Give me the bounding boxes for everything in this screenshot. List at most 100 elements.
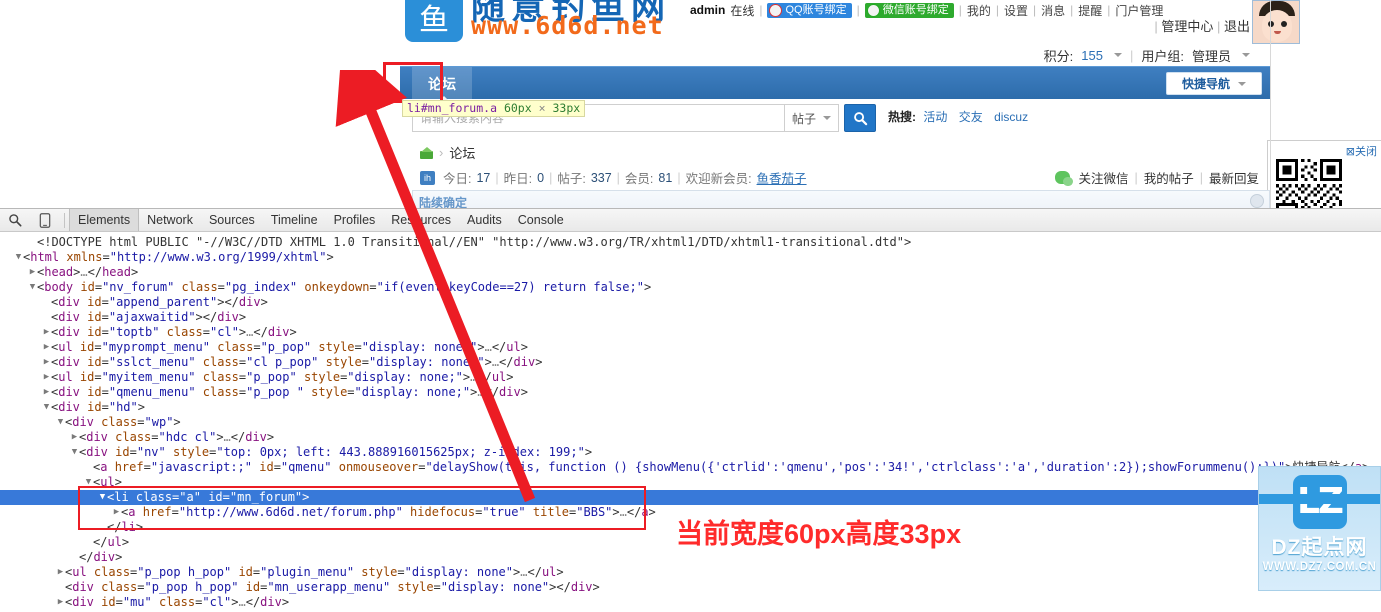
twisty-collapsed-icon[interactable]: ▶: [56, 565, 65, 580]
inspector-tooltip: li#mn_forum.a 60px × 33px: [402, 100, 586, 117]
twisty-collapsed-icon[interactable]: ▶: [42, 385, 51, 400]
dom-tree-line[interactable]: ▶ <head>…</head>: [0, 265, 1381, 280]
tab-audits[interactable]: Audits: [459, 209, 510, 231]
latest-replies-link[interactable]: 最新回复: [1209, 168, 1259, 187]
stats-yesterday-value: 0: [537, 170, 545, 185]
dom-tree[interactable]: <!DOCTYPE html PUBLIC "-//W3C//DTD XHTML…: [0, 232, 1381, 612]
twisty-expanded-icon[interactable]: ▼: [14, 250, 23, 265]
twisty-collapsed-icon[interactable]: ▶: [70, 430, 79, 445]
dom-tree-line[interactable]: <a href="javascript:;" id="qmenu" onmous…: [0, 460, 1381, 475]
dom-tree-line[interactable]: ▶ <div id="toptb" class="cl">…</div>: [0, 325, 1381, 340]
tab-elements[interactable]: Elements: [69, 209, 140, 231]
tab-resources[interactable]: Resources: [383, 209, 459, 231]
stats-icon: ih: [420, 170, 435, 185]
twisty-expanded-icon[interactable]: ▼: [84, 475, 93, 490]
dom-tree-line[interactable]: ▶ <ul id="myitem_menu" class="p_pop" styl…: [0, 370, 1381, 385]
chevron-down-icon[interactable]: [1242, 53, 1250, 57]
stats-posts-label: 帖子:: [557, 172, 586, 186]
credits-value[interactable]: 155: [1081, 48, 1103, 63]
separator: |: [995, 3, 999, 17]
dom-tree-line[interactable]: ▶ <ul id="myprompt_menu" class="p_pop" st…: [0, 340, 1381, 355]
dom-tree-line[interactable]: ▶ <div id="sslct_menu" class="cl p_pop" s…: [0, 355, 1381, 370]
dom-tree-line[interactable]: ▼ <div class="wp">: [0, 415, 1381, 430]
breadcrumb-current[interactable]: 论坛: [449, 143, 475, 162]
twisty-expanded-icon[interactable]: ▼: [42, 400, 51, 415]
site-logo[interactable]: 鱼 随意钓鱼网 www.6d6d.net: [405, 0, 765, 44]
wechat-icon: [866, 3, 880, 17]
tab-network[interactable]: Network: [139, 209, 201, 231]
twisty-expanded-icon[interactable]: ▼: [98, 490, 107, 505]
watermark-line2: WWW.DZ7.COM.CN: [1262, 561, 1377, 573]
chevron-down-icon[interactable]: [1113, 53, 1122, 57]
dom-line-content: <div id="qmenu_menu" class="p_pop " styl…: [51, 385, 528, 399]
hot-search-item-1[interactable]: 交友: [959, 110, 983, 124]
dom-tree-line[interactable]: ▼ <div id="nv" style="top: 0px; left: 443…: [0, 445, 1381, 460]
dom-tree-line[interactable]: ▶ <ul class="p_pop h_pop" id="plugin_menu…: [0, 565, 1381, 580]
dom-tree-line[interactable]: ▼ <div id="hd">: [0, 400, 1381, 415]
twisty-expanded-icon[interactable]: ▼: [28, 280, 37, 295]
topbar-link-settings[interactable]: 设置: [1004, 2, 1028, 19]
usergroup-value[interactable]: 管理员: [1192, 46, 1231, 65]
dom-line-content: <div id="ajaxwaitid"></div>: [51, 310, 247, 324]
qq-bind-button[interactable]: QQ账号绑定: [767, 2, 852, 18]
dom-tree-line[interactable]: </div>: [0, 550, 1381, 565]
stats-members-value: 81: [658, 170, 673, 185]
twisty-collapsed-icon[interactable]: ▶: [112, 505, 121, 520]
search-button[interactable]: [844, 104, 876, 132]
dom-tree-line[interactable]: <div id="ajaxwaitid"></div>: [0, 310, 1381, 325]
topbar-link-messages[interactable]: 消息: [1041, 2, 1065, 19]
tab-sources[interactable]: Sources: [201, 209, 263, 231]
hot-search-item-2[interactable]: discuz: [994, 110, 1028, 124]
separator: |: [1134, 170, 1138, 185]
twisty-collapsed-icon[interactable]: ▶: [28, 265, 37, 280]
dom-tree-line[interactable]: ▼ <body id="nv_forum" class="pg_index" on…: [0, 280, 1381, 295]
search-scope-select[interactable]: 帖子: [784, 104, 839, 132]
admin-center-link[interactable]: 管理中心: [1161, 19, 1213, 34]
device-toggle-icon[interactable]: [30, 209, 60, 231]
twisty-collapsed-icon[interactable]: ▶: [42, 370, 51, 385]
separator: |: [1154, 19, 1158, 34]
dom-tree-line[interactable]: <div id="append_parent"></div>: [0, 295, 1381, 310]
logout-link[interactable]: 退出: [1224, 19, 1250, 34]
my-posts-link[interactable]: 我的帖子: [1144, 168, 1194, 187]
home-icon[interactable]: [420, 146, 433, 159]
tab-console[interactable]: Console: [510, 209, 572, 231]
dom-tree-line[interactable]: ▼ <li class="a" id="mn_forum">: [0, 490, 1381, 505]
dom-tree-line[interactable]: ▶ <div class="hdc cl">…</div>: [0, 430, 1381, 445]
tab-timeline[interactable]: Timeline: [263, 209, 326, 231]
search-icon: [853, 111, 867, 125]
twisty-expanded-icon[interactable]: ▼: [56, 415, 65, 430]
twisty-collapsed-icon[interactable]: ▶: [42, 355, 51, 370]
usergroup-label: 用户组:: [1141, 48, 1184, 64]
nav-item-forum[interactable]: 论坛: [412, 67, 472, 101]
twisty-collapsed-icon[interactable]: ▶: [42, 325, 51, 340]
dom-tree-line[interactable]: ▼ <ul>: [0, 475, 1381, 490]
twisty-collapsed-icon[interactable]: ▶: [56, 595, 65, 610]
preview-right-border: [1270, 0, 1271, 212]
qrcode-close-button[interactable]: ⊠关闭: [1346, 143, 1377, 159]
avatar[interactable]: [1252, 0, 1300, 44]
dom-tree-line[interactable]: ▶ <div id="mu" class="cl">…</div>: [0, 595, 1381, 610]
dom-tree-line[interactable]: ▶ <div id="qmenu_menu" class="p_pop " sty…: [0, 385, 1381, 400]
qrcode-close-label: 关闭: [1355, 146, 1377, 158]
dom-tree-line[interactable]: <div class="p_pop h_pop" id="mn_userapp_…: [0, 580, 1381, 595]
wechat-bind-button[interactable]: 微信账号绑定: [864, 2, 954, 18]
twisty-collapsed-icon[interactable]: ▶: [42, 340, 51, 355]
quick-nav-button[interactable]: 快捷导航: [1166, 72, 1262, 95]
dom-tree-line[interactable]: <!DOCTYPE html PUBLIC "-//W3C//DTD XHTML…: [0, 235, 1381, 250]
topbar-link-reminders[interactable]: 提醒: [1078, 2, 1102, 19]
collapse-toggle-icon[interactable]: [1250, 194, 1264, 208]
tab-profiles[interactable]: Profiles: [326, 209, 384, 231]
dom-tree-line[interactable]: ▼ <html xmlns="http://www.w3.org/1999/xht…: [0, 250, 1381, 265]
search-icon[interactable]: [0, 209, 30, 231]
stats-new-member[interactable]: 鱼香茄子: [757, 168, 807, 187]
avatar-eye-right: [1281, 21, 1287, 27]
tooltip-times-icon: ×: [538, 101, 546, 115]
dom-line-content: <ul class="p_pop h_pop" id="plugin_menu"…: [65, 565, 564, 579]
hot-search-item-0[interactable]: 活动: [923, 110, 947, 124]
twisty-expanded-icon[interactable]: ▼: [70, 445, 79, 460]
follow-wechat-link[interactable]: 关注微信: [1078, 168, 1128, 187]
tooltip-height: 33px: [552, 101, 581, 115]
topbar-link-mine[interactable]: 我的: [967, 2, 991, 19]
qrcode-panel: ⊠关闭: [1267, 140, 1381, 212]
